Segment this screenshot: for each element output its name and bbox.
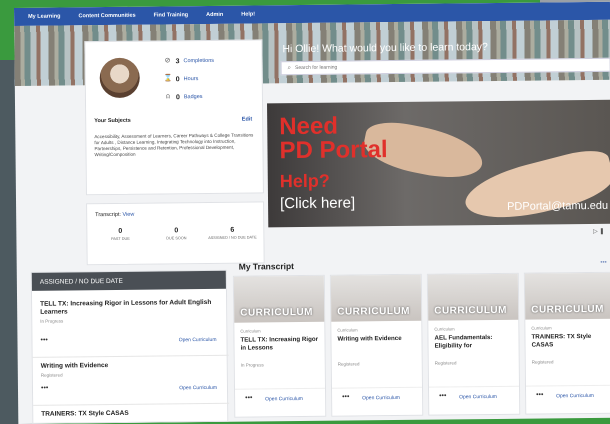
stat-badges[interactable]: ⍝ 0 Badges bbox=[164, 93, 203, 101]
open-curriculum-link[interactable]: Open Curriculum bbox=[459, 394, 497, 400]
search-icon: ⌕ bbox=[287, 64, 292, 71]
screen: My Learning Content Communities Find Tra… bbox=[14, 1, 610, 424]
assigned-count[interactable]: 6 ASSIGNED / NO DUE DATE bbox=[207, 226, 257, 240]
transcript-view-link[interactable]: View bbox=[122, 212, 134, 218]
nav-help[interactable]: Help! bbox=[241, 11, 255, 17]
stat-completions[interactable]: ⊘ 3 Completions bbox=[164, 57, 215, 66]
my-transcript-heading: My Transcript bbox=[238, 261, 295, 272]
support-email: PDPortal@tamu.edu bbox=[506, 199, 609, 213]
course-title: AEL Fundamentals: Eligibility for bbox=[434, 334, 493, 350]
more-icon[interactable]: ••• bbox=[342, 394, 349, 401]
avatar[interactable] bbox=[99, 57, 140, 99]
open-curriculum-link[interactable]: Open Curriculum bbox=[179, 337, 217, 343]
nav-content-communities[interactable]: Content Communities bbox=[78, 13, 135, 20]
pd-portal-help-banner[interactable]: Need PD Portal Help? [Click here] PDPort… bbox=[267, 99, 610, 228]
hand-image bbox=[460, 144, 610, 228]
course-title: TELL TX: Increasing Rigor in Lessons bbox=[240, 335, 319, 352]
transcript-summary-card: Transcript: View 0 PAST DUE 0 DUE SOON 6… bbox=[86, 201, 265, 266]
assigned-panel: ASSIGNED / NO DUE DATE TELL TX: Increasi… bbox=[30, 269, 230, 424]
profile-card: ⊘ 3 Completions ⌛ 0 Hours ⍝ 0 Badges You… bbox=[84, 39, 264, 196]
course-image: CURRICULUM bbox=[427, 273, 519, 321]
more-icon[interactable]: ••• bbox=[245, 395, 252, 402]
carousel-controls[interactable]: ▷ ❚ bbox=[593, 228, 604, 235]
list-item[interactable]: Writing with Evidence Registered ••• Ope… bbox=[41, 361, 221, 407]
assigned-heading: ASSIGNED / NO DUE DATE bbox=[31, 270, 226, 291]
open-curriculum-link[interactable]: Open Curriculum bbox=[362, 395, 400, 401]
course-card[interactable]: CURRICULUM Curriculum TELL TX: Increasin… bbox=[232, 274, 327, 418]
due-soon-count[interactable]: 0 DUE SOON bbox=[151, 227, 201, 241]
carousel-dots[interactable]: ••• bbox=[600, 260, 606, 266]
hero-title: Hi Ollie! What would you like to learn t… bbox=[282, 41, 488, 56]
open-curriculum-link[interactable]: Open Curriculum bbox=[556, 393, 594, 399]
course-title: TRAINERS: TX Style CASAS bbox=[531, 332, 592, 349]
more-icon[interactable]: ••• bbox=[439, 392, 446, 399]
course-card[interactable]: CURRICULUM Curriculum TRAINERS: TX Style… bbox=[523, 271, 610, 415]
click-here-link[interactable]: [Click here] bbox=[280, 194, 355, 212]
check-circle-icon: ⊘ bbox=[164, 57, 171, 65]
subjects-heading: Your Subjects bbox=[94, 117, 131, 125]
more-icon[interactable]: ••• bbox=[40, 337, 47, 344]
open-curriculum-link[interactable]: Open Curriculum bbox=[265, 396, 303, 402]
course-card[interactable]: CURRICULUM Curriculum Writing with Evide… bbox=[329, 273, 424, 417]
course-card[interactable]: CURRICULUM Curriculum AEL Fundamentals: … bbox=[426, 272, 521, 416]
transcript-label: Transcript: View bbox=[95, 211, 135, 219]
course-image: CURRICULUM bbox=[330, 274, 422, 322]
subjects-text: Accessibility, Assessment of Learners, C… bbox=[94, 132, 254, 158]
search-input[interactable] bbox=[294, 62, 496, 72]
hourglass-icon: ⌛ bbox=[163, 75, 173, 83]
nav-admin[interactable]: Admin bbox=[206, 12, 223, 18]
badge-icon: ⍝ bbox=[165, 93, 171, 101]
nav-find-training[interactable]: Find Training bbox=[154, 12, 189, 18]
course-title: Writing with Evidence bbox=[337, 334, 402, 343]
past-due-count[interactable]: 0 PAST DUE bbox=[95, 228, 145, 242]
course-image: CURRICULUM bbox=[524, 272, 610, 320]
course-image: CURRICULUM bbox=[233, 275, 325, 323]
stat-hours[interactable]: ⌛ 0 Hours bbox=[164, 75, 199, 83]
nav-my-learning[interactable]: My Learning bbox=[28, 14, 60, 20]
more-icon[interactable]: ••• bbox=[536, 391, 543, 398]
list-item[interactable]: TRAINERS: TX Style CASAS bbox=[41, 409, 221, 424]
list-item[interactable]: TELL TX: Increasing Rigor in Lessons for… bbox=[40, 299, 221, 355]
more-icon[interactable]: ••• bbox=[41, 385, 48, 392]
subjects-edit-link[interactable]: Edit bbox=[242, 117, 252, 123]
open-curriculum-link[interactable]: Open Curriculum bbox=[179, 385, 217, 391]
